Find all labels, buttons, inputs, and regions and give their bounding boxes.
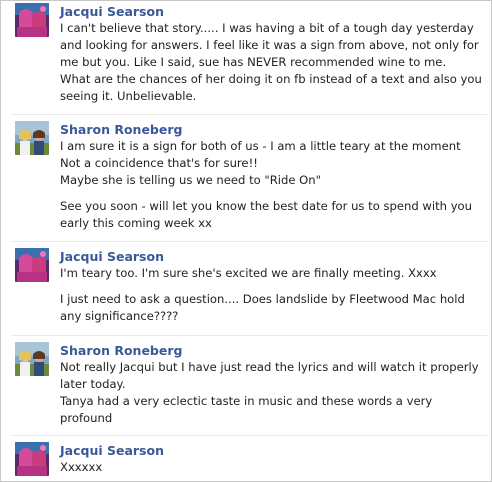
- message-line: Xxxxxx: [60, 460, 103, 474]
- message-line: Not a coincidence that's for sure!!: [60, 156, 258, 170]
- sharon-profile-photo-icon: [15, 342, 49, 376]
- jacqui-profile-photo-icon: [15, 442, 49, 476]
- jacqui-profile-photo-icon: [15, 248, 49, 282]
- author-link[interactable]: Jacqui Searson: [60, 249, 480, 265]
- message-paragraph: See you soon - will let you know the bes…: [60, 198, 480, 232]
- message-line: Tanya had a very eclectic taste in music…: [60, 394, 433, 408]
- message-paragraph: I am sure it is a sign for both of us - …: [60, 138, 480, 189]
- author-link[interactable]: Sharon Roneberg: [60, 122, 480, 138]
- message-line: What are the chances of her doing it on …: [60, 72, 482, 86]
- avatar[interactable]: [15, 121, 49, 155]
- message-line: See you soon - will let you know the bes…: [60, 199, 472, 213]
- message-line: seeing it. Unbelievable.: [60, 89, 197, 103]
- avatar[interactable]: [15, 342, 49, 376]
- avatar[interactable]: [15, 3, 49, 37]
- message-line: early this coming week xx: [60, 216, 212, 230]
- message-line: later today.: [60, 377, 126, 391]
- jacqui-profile-photo-icon: [15, 3, 49, 37]
- message-line: Not really Jacqui but I have just read t…: [60, 360, 479, 374]
- message-line: I can't believe that story..... I was ha…: [60, 21, 474, 35]
- message-body: Jacqui Searson Xxxxxx: [60, 442, 480, 476]
- message-paragraph: Not really Jacqui but I have just read t…: [60, 359, 480, 427]
- message-paragraph: I can't believe that story..... I was ha…: [60, 20, 482, 105]
- message-line: Maybe she is telling us we need to "Ride…: [60, 173, 321, 187]
- message-paragraph: Xxxxxx: [60, 459, 480, 476]
- author-link[interactable]: Sharon Roneberg: [60, 343, 480, 359]
- message-body: Jacqui Searson I'm teary too. I'm sure s…: [60, 248, 480, 325]
- message-body: Jacqui Searson I can't believe that stor…: [60, 3, 482, 105]
- message-paragraph: I'm teary too. I'm sure she's excited we…: [60, 265, 480, 282]
- message-separator: [11, 435, 487, 436]
- avatar[interactable]: [15, 248, 49, 282]
- message-body: Sharon Roneberg Not really Jacqui but I …: [60, 342, 480, 427]
- message-line: I am sure it is a sign for both of us - …: [60, 139, 461, 153]
- message-line: profound: [60, 411, 113, 425]
- author-link[interactable]: Jacqui Searson: [60, 4, 480, 20]
- author-link[interactable]: Jacqui Searson: [60, 443, 480, 459]
- message-line: and looking for answers. I feel like it …: [60, 38, 479, 52]
- message-separator: [11, 335, 487, 336]
- message-line: any significance????: [60, 309, 179, 323]
- message-body: Sharon Roneberg I am sure it is a sign f…: [60, 121, 480, 232]
- avatar[interactable]: [15, 442, 49, 476]
- message-paragraph: I just need to ask a question.... Does l…: [60, 291, 480, 325]
- message-separator: [11, 114, 487, 115]
- message-thread: Jacqui Searson I can't believe that stor…: [0, 0, 492, 482]
- message-separator: [11, 241, 487, 242]
- message-line: I just need to ask a question.... Does l…: [60, 292, 465, 306]
- message-line: I'm teary too. I'm sure she's excited we…: [60, 266, 437, 280]
- message-line: me but you. Like I said, sue has NEVER r…: [60, 55, 447, 69]
- sharon-profile-photo-icon: [15, 121, 49, 155]
